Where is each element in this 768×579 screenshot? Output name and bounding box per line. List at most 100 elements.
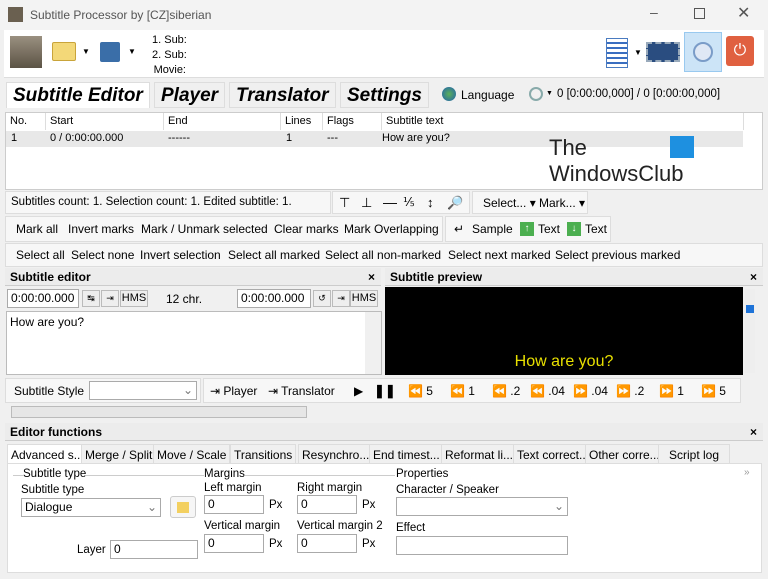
- sample-button[interactable]: Sample: [470, 219, 515, 239]
- tab-settings[interactable]: Settings: [340, 82, 429, 108]
- select-all-marked-button[interactable]: Select all marked: [226, 245, 322, 265]
- close-functions-icon[interactable]: ×: [750, 423, 757, 441]
- select-next-marked-button[interactable]: Select next marked: [446, 245, 553, 265]
- column-header-lines[interactable]: Lines: [281, 113, 323, 130]
- find-icon[interactable]: 🔎: [447, 195, 463, 211]
- clock-button[interactable]: [684, 32, 722, 72]
- mark-unmark-selected-button[interactable]: Mark / Unmark selected: [139, 219, 270, 239]
- tab-subtitle-editor[interactable]: Subtitle Editor: [6, 82, 150, 108]
- player-sync-button[interactable]: ⇥ Player: [210, 384, 257, 398]
- tab-reformat-lines[interactable]: Reformat li...: [441, 444, 518, 464]
- tab-transitions[interactable]: Transitions: [230, 444, 297, 464]
- hms-start-button[interactable]: HMS: [120, 290, 148, 307]
- open-folder-icon[interactable]: [52, 42, 76, 61]
- set-start-icon[interactable]: ↹: [82, 290, 100, 307]
- tab-merge-split[interactable]: Merge / Split: [81, 444, 157, 464]
- speaker-select[interactable]: ⌄: [396, 497, 568, 516]
- play-icon[interactable]: ▶: [354, 384, 363, 398]
- column-header-no[interactable]: No.: [6, 113, 46, 130]
- vertical-margin-input[interactable]: 0: [204, 534, 264, 553]
- forward-02-button[interactable]: ⏩ .2: [616, 384, 644, 398]
- hms-end-button[interactable]: HMS: [350, 290, 378, 307]
- column-header-subtitle-text[interactable]: Subtitle text: [382, 113, 744, 130]
- clock-small-icon[interactable]: [529, 87, 543, 101]
- effect-input[interactable]: [396, 536, 568, 555]
- tab-resynchro[interactable]: Resynchro...: [298, 444, 374, 464]
- tab-move-scale[interactable]: Move / Scale: [153, 444, 231, 464]
- go-start-icon[interactable]: ⇥: [101, 290, 119, 307]
- clock-dropdown-icon[interactable]: ▼: [546, 90, 553, 97]
- delete-icon[interactable]: —: [383, 194, 397, 210]
- column-header-end[interactable]: End: [164, 113, 281, 130]
- rewind-02-button[interactable]: ⏪ .2: [492, 384, 520, 398]
- power-icon[interactable]: ⏻: [726, 36, 754, 66]
- subtitle-text-area[interactable]: How are you?: [6, 311, 382, 375]
- film-icon[interactable]: [646, 42, 680, 62]
- close-button[interactable]: ✕: [737, 3, 750, 23]
- end-time-input[interactable]: 0:00:00.000: [237, 289, 311, 308]
- text-down-button[interactable]: Text: [583, 219, 609, 239]
- mark-menu[interactable]: Mark... ▾: [539, 196, 585, 210]
- subtitle-style-select[interactable]: ⌄: [89, 381, 197, 400]
- tab-script-log[interactable]: Script log: [658, 444, 730, 464]
- document-dropdown-icon[interactable]: ▼: [634, 48, 642, 57]
- vertical-margin2-input[interactable]: 0: [297, 534, 357, 553]
- column-header-flags[interactable]: Flags: [323, 113, 382, 130]
- tab-player[interactable]: Player: [154, 82, 226, 108]
- rewind-5-button[interactable]: ⏪ 5: [408, 384, 433, 398]
- select-menu[interactable]: Select... ▾: [483, 196, 536, 210]
- start-time-input[interactable]: 0:00:00.000: [7, 289, 79, 308]
- tab-other-corrections[interactable]: Other corre...: [585, 444, 664, 464]
- forward-004-button[interactable]: ⏩ .04: [573, 384, 608, 398]
- invert-selection-button[interactable]: Invert selection: [138, 245, 223, 265]
- tab-text-correction[interactable]: Text correct...: [513, 444, 594, 464]
- husky-logo-icon[interactable]: [10, 36, 42, 68]
- subtitle-table[interactable]: No. Start End Lines Flags Subtitle text …: [5, 112, 763, 190]
- language-button[interactable]: Language: [461, 88, 514, 102]
- insert-before-icon[interactable]: ⊤: [339, 195, 350, 211]
- select-previous-marked-button[interactable]: Select previous marked: [553, 245, 682, 265]
- layer-input[interactable]: 0: [110, 540, 198, 559]
- left-margin-input[interactable]: 0: [204, 495, 264, 514]
- tab-translator[interactable]: Translator: [229, 82, 336, 108]
- save-icon[interactable]: [100, 42, 120, 62]
- progress-bar[interactable]: [11, 406, 307, 418]
- forward-5-button[interactable]: ⏩ 5: [701, 384, 726, 398]
- pause-icon[interactable]: ❚❚: [374, 383, 396, 399]
- close-editor-icon[interactable]: ×: [368, 268, 375, 286]
- table-row[interactable]: 1 0 / 0:00:00.000 ------ 1 --- How are y…: [6, 131, 743, 147]
- select-none-button[interactable]: Select none: [69, 245, 136, 265]
- preview-scrollbar[interactable]: [745, 289, 755, 373]
- rewind-004-button[interactable]: ⏪ .04: [530, 384, 565, 398]
- select-all-button[interactable]: Select all: [14, 245, 67, 265]
- clear-marks-button[interactable]: Clear marks: [272, 219, 341, 239]
- insert-after-icon[interactable]: ⊥: [361, 195, 372, 211]
- split-icon[interactable]: ⅕: [403, 195, 415, 209]
- text-up-button[interactable]: Text: [536, 219, 562, 239]
- mark-overlapping-button[interactable]: Mark Overlapping: [342, 219, 441, 239]
- document-list-icon[interactable]: [606, 38, 628, 68]
- minimize-button[interactable]: –: [650, 4, 658, 20]
- right-margin-input[interactable]: 0: [297, 495, 357, 514]
- tab-advanced[interactable]: Advanced s...: [7, 444, 88, 464]
- expand-icon[interactable]: »: [744, 467, 750, 478]
- rewind-1-button[interactable]: ⏪ 1: [450, 384, 475, 398]
- text-scrollbar[interactable]: [365, 312, 381, 374]
- browse-type-button[interactable]: [170, 496, 196, 518]
- select-all-non-marked-button[interactable]: Select all non-marked: [323, 245, 443, 265]
- subtitle-type-select[interactable]: Dialogue ⌄: [21, 498, 161, 517]
- go-end-icon[interactable]: ⇥: [332, 290, 350, 307]
- translator-sync-button[interactable]: ⇥ Translator: [268, 384, 335, 398]
- set-end-icon[interactable]: ↺: [313, 290, 331, 307]
- mark-all-button[interactable]: Mark all: [14, 219, 60, 239]
- preview-slider-thumb[interactable]: [746, 305, 754, 313]
- maximize-button[interactable]: [694, 8, 705, 19]
- close-preview-icon[interactable]: ×: [750, 268, 757, 286]
- save-dropdown-icon[interactable]: ▼: [128, 47, 136, 56]
- tab-end-timestamps[interactable]: End timest...: [369, 444, 444, 464]
- column-header-start[interactable]: Start: [46, 113, 164, 130]
- open-dropdown-icon[interactable]: ▼: [82, 47, 90, 56]
- forward-1-button[interactable]: ⏩ 1: [659, 384, 684, 398]
- merge-icon[interactable]: ↕: [427, 195, 434, 210]
- invert-marks-button[interactable]: Invert marks: [66, 219, 136, 239]
